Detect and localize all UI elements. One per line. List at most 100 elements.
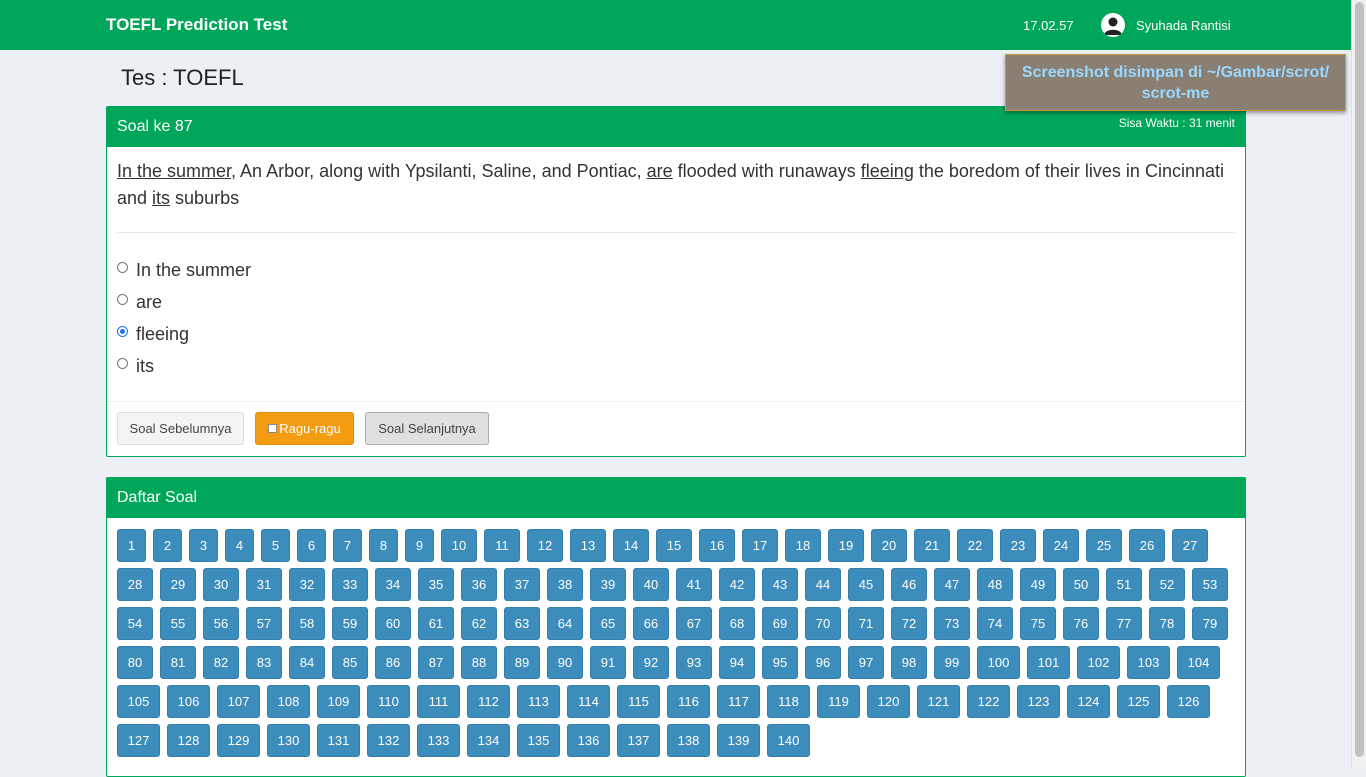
question-number-button[interactable]: 138 <box>667 724 710 757</box>
question-number-button[interactable]: 57 <box>246 607 282 640</box>
question-number-button[interactable]: 28 <box>117 568 153 601</box>
option-label[interactable]: its <box>136 356 154 377</box>
page-scrollbar[interactable] <box>1351 0 1366 768</box>
question-number-button[interactable]: 109 <box>317 685 360 718</box>
question-number-button[interactable]: 51 <box>1106 568 1142 601</box>
question-number-button[interactable]: 70 <box>805 607 841 640</box>
question-number-button[interactable]: 90 <box>547 646 583 679</box>
question-number-button[interactable]: 115 <box>617 685 660 718</box>
question-number-button[interactable]: 7 <box>333 529 362 562</box>
option-radio-selected[interactable] <box>117 325 128 337</box>
question-number-button[interactable]: 84 <box>289 646 325 679</box>
scrollbar-thumb[interactable] <box>1355 2 1364 757</box>
question-number-button[interactable]: 35 <box>418 568 454 601</box>
question-number-button[interactable]: 133 <box>417 724 460 757</box>
question-number-button[interactable]: 122 <box>967 685 1010 718</box>
question-number-button[interactable]: 86 <box>375 646 411 679</box>
question-number-button[interactable]: 79 <box>1192 607 1228 640</box>
app-brand[interactable]: TOEFL Prediction Test <box>106 15 287 35</box>
option-label[interactable]: In the summer <box>136 260 251 281</box>
question-number-button[interactable]: 75 <box>1020 607 1056 640</box>
question-number-button[interactable]: 81 <box>160 646 196 679</box>
question-number-button[interactable]: 101 <box>1027 646 1070 679</box>
question-number-button[interactable]: 77 <box>1106 607 1142 640</box>
question-number-button[interactable]: 96 <box>805 646 841 679</box>
question-number-button[interactable]: 67 <box>676 607 712 640</box>
question-number-button[interactable]: 44 <box>805 568 841 601</box>
question-number-button[interactable]: 36 <box>461 568 497 601</box>
question-number-button[interactable]: 34 <box>375 568 411 601</box>
question-number-button[interactable]: 12 <box>527 529 563 562</box>
question-number-button[interactable]: 20 <box>871 529 907 562</box>
question-number-button[interactable]: 135 <box>517 724 560 757</box>
question-number-button[interactable]: 123 <box>1017 685 1060 718</box>
question-number-button[interactable]: 14 <box>613 529 649 562</box>
question-number-button[interactable]: 99 <box>934 646 970 679</box>
question-number-button[interactable]: 140 <box>767 724 810 757</box>
question-number-button[interactable]: 91 <box>590 646 626 679</box>
question-number-button[interactable]: 132 <box>367 724 410 757</box>
question-number-button[interactable]: 121 <box>917 685 960 718</box>
question-number-button[interactable]: 47 <box>934 568 970 601</box>
question-number-button[interactable]: 97 <box>848 646 884 679</box>
question-number-button[interactable]: 64 <box>547 607 583 640</box>
question-number-button[interactable]: 94 <box>719 646 755 679</box>
question-number-button[interactable]: 19 <box>828 529 864 562</box>
question-number-button[interactable]: 52 <box>1149 568 1185 601</box>
question-number-button[interactable]: 112 <box>467 685 510 718</box>
question-number-button[interactable]: 13 <box>570 529 606 562</box>
question-number-button[interactable]: 11 <box>484 529 520 562</box>
question-number-button[interactable]: 53 <box>1192 568 1228 601</box>
question-number-button[interactable]: 93 <box>676 646 712 679</box>
question-number-button[interactable]: 66 <box>633 607 669 640</box>
question-number-button[interactable]: 136 <box>567 724 610 757</box>
question-number-button[interactable]: 80 <box>117 646 153 679</box>
question-number-button[interactable]: 59 <box>332 607 368 640</box>
question-number-button[interactable]: 3 <box>189 529 218 562</box>
question-number-button[interactable]: 38 <box>547 568 583 601</box>
answer-option[interactable]: In the summer <box>117 254 251 286</box>
question-number-button[interactable]: 63 <box>504 607 540 640</box>
question-number-button[interactable]: 23 <box>1000 529 1036 562</box>
question-number-button[interactable]: 74 <box>977 607 1013 640</box>
question-number-button[interactable]: 55 <box>160 607 196 640</box>
question-number-button[interactable]: 16 <box>699 529 735 562</box>
question-number-button[interactable]: 42 <box>719 568 755 601</box>
answer-option[interactable]: its <box>117 350 251 382</box>
question-number-button[interactable]: 61 <box>418 607 454 640</box>
question-number-button[interactable]: 15 <box>656 529 692 562</box>
question-number-button[interactable]: 22 <box>957 529 993 562</box>
question-number-button[interactable]: 89 <box>504 646 540 679</box>
question-number-button[interactable]: 129 <box>217 724 260 757</box>
question-number-button[interactable]: 95 <box>762 646 798 679</box>
question-number-button[interactable]: 17 <box>742 529 778 562</box>
question-number-button[interactable]: 113 <box>517 685 560 718</box>
question-number-button[interactable]: 110 <box>367 685 410 718</box>
question-number-button[interactable]: 4 <box>225 529 254 562</box>
next-question-button[interactable]: Soal Selanjutnya <box>365 412 489 445</box>
option-label[interactable]: are <box>136 292 162 313</box>
question-number-button[interactable]: 37 <box>504 568 540 601</box>
question-number-button[interactable]: 139 <box>717 724 760 757</box>
question-number-button[interactable]: 102 <box>1077 646 1120 679</box>
question-number-button[interactable]: 128 <box>167 724 210 757</box>
question-number-button[interactable]: 26 <box>1129 529 1165 562</box>
question-number-button[interactable]: 105 <box>117 685 160 718</box>
question-number-button[interactable]: 8 <box>369 529 398 562</box>
option-radio[interactable] <box>117 261 128 273</box>
option-radio[interactable] <box>117 357 128 369</box>
question-number-button[interactable]: 114 <box>567 685 610 718</box>
question-number-button[interactable]: 58 <box>289 607 325 640</box>
question-number-button[interactable]: 27 <box>1172 529 1208 562</box>
question-number-button[interactable]: 116 <box>667 685 710 718</box>
question-number-button[interactable]: 126 <box>1167 685 1210 718</box>
question-number-button[interactable]: 100 <box>977 646 1020 679</box>
question-number-button[interactable]: 85 <box>332 646 368 679</box>
question-number-button[interactable]: 120 <box>867 685 910 718</box>
question-number-button[interactable]: 131 <box>317 724 360 757</box>
question-number-button[interactable]: 10 <box>441 529 477 562</box>
question-number-button[interactable]: 18 <box>785 529 821 562</box>
previous-question-button[interactable]: Soal Sebelumnya <box>117 412 244 445</box>
question-number-button[interactable]: 104 <box>1177 646 1220 679</box>
question-number-button[interactable]: 48 <box>977 568 1013 601</box>
